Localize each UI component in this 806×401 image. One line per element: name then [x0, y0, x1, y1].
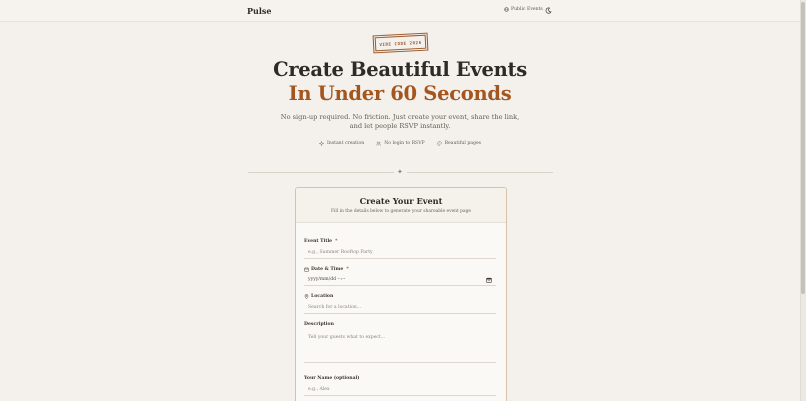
- calendar-picker-icon[interactable]: [486, 277, 492, 283]
- map-pin-icon: [304, 294, 309, 299]
- description-label-text: Description: [304, 322, 334, 327]
- hero-subtitle-line1: No sign-up required. No friction. Just c…: [280, 113, 520, 121]
- event-title-input[interactable]: e.g., Summer Rooftop Party: [304, 247, 496, 259]
- date-time-placeholder: yyyy/mm/dd --:--: [308, 277, 346, 282]
- description-placeholder: Tell your guests what to expect...: [308, 335, 386, 340]
- divider-right: [407, 172, 553, 173]
- location-search-input[interactable]: Search for a location...: [304, 302, 496, 314]
- public-events-link[interactable]: Public Events: [504, 7, 543, 12]
- vibe-code-stamp: VIBE CODE 2026: [372, 32, 429, 54]
- description-label: Description: [304, 322, 334, 327]
- date-time-input[interactable]: yyyy/mm/dd --:--: [304, 274, 496, 286]
- public-events-label: Public Events: [511, 7, 543, 12]
- palette-icon: [436, 141, 442, 146]
- scrollbar-thumb[interactable]: [801, 2, 805, 294]
- your-name-placeholder: e.g., Alex: [308, 387, 330, 392]
- description-textarea[interactable]: Tell your guests what to expect...: [304, 329, 496, 363]
- your-name-label-text: Your Name (optional): [304, 376, 360, 381]
- required-marker: *: [346, 267, 349, 272]
- top-nav-bar: Pulse Public Events: [0, 0, 800, 22]
- form-subtitle: Fill in the details below to generate yo…: [330, 209, 471, 214]
- event-title-placeholder: e.g., Summer Rooftop Party: [308, 250, 373, 255]
- required-marker: *: [335, 239, 338, 244]
- location-placeholder: Search for a location...: [308, 305, 362, 310]
- your-name-label: Your Name (optional): [304, 376, 359, 381]
- globe-icon: [504, 7, 509, 12]
- divider-left: [248, 172, 394, 173]
- calendar-icon: [304, 267, 309, 272]
- your-name-input[interactable]: e.g., Alex: [304, 384, 496, 396]
- sparkle-icon: [318, 141, 324, 146]
- feature-no-login: No login to RSVP: [376, 141, 425, 146]
- feature-instant-creation: Instant creation: [318, 141, 365, 146]
- event-title-label-text: Event Title: [304, 239, 333, 244]
- hero-title-line2: In Under 60 Seconds: [288, 82, 512, 105]
- location-label: Location: [304, 294, 333, 299]
- feature-beautiful-pages: Beautiful pages: [436, 141, 482, 146]
- users-icon: [376, 141, 382, 146]
- brand-logo[interactable]: Pulse: [247, 6, 271, 16]
- hero-subtitle: No sign-up required. No friction. Just c…: [0, 113, 800, 131]
- feature-list: Instant creation No login to RSVP Beauti…: [0, 141, 800, 146]
- form-header: Create Your Event Fill in the details be…: [296, 188, 506, 223]
- feature-label: Beautiful pages: [444, 141, 482, 146]
- event-title-label: Event Title *: [304, 239, 338, 244]
- form-title: Create Your Event: [359, 196, 443, 206]
- theme-toggle-icon[interactable]: [545, 7, 552, 14]
- hero-subtitle-line2: and let people RSVP instantly.: [349, 122, 451, 131]
- create-event-form: Create Your Event Fill in the details be…: [295, 187, 507, 401]
- divider-ornament: ✦: [397, 168, 403, 176]
- feature-label: Instant creation: [326, 141, 365, 146]
- date-time-label: Date & Time *: [304, 267, 349, 272]
- feature-label: No login to RSVP: [384, 141, 425, 146]
- location-label-text: Location: [311, 294, 334, 299]
- page-scrollbar[interactable]: [800, 0, 806, 401]
- date-time-label-text: Date & Time: [311, 267, 344, 272]
- hero-title-line1: Create Beautiful Events: [273, 58, 527, 81]
